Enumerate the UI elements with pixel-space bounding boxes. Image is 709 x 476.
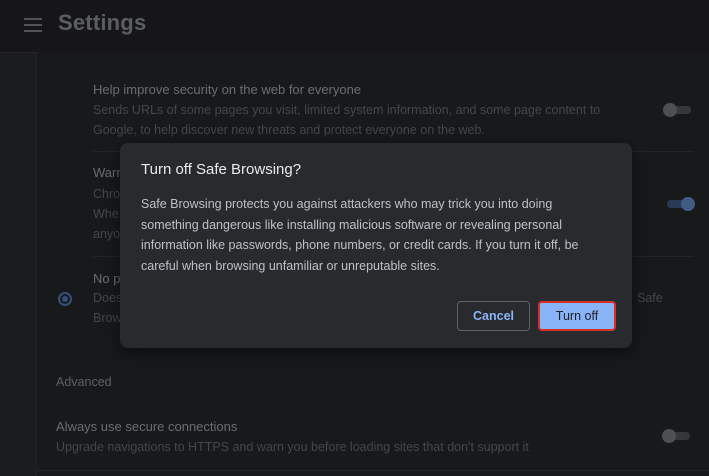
- cancel-button[interactable]: Cancel: [457, 301, 530, 331]
- turn-off-button[interactable]: Turn off: [538, 301, 616, 331]
- turn-off-safe-browsing-dialog: Turn off Safe Browsing? Safe Browsing pr…: [120, 143, 632, 348]
- dialog-title: Turn off Safe Browsing?: [141, 161, 302, 178]
- dialog-body: Safe Browsing protects you against attac…: [141, 197, 579, 273]
- settings-page: Settings Help improve security on the we…: [0, 0, 709, 476]
